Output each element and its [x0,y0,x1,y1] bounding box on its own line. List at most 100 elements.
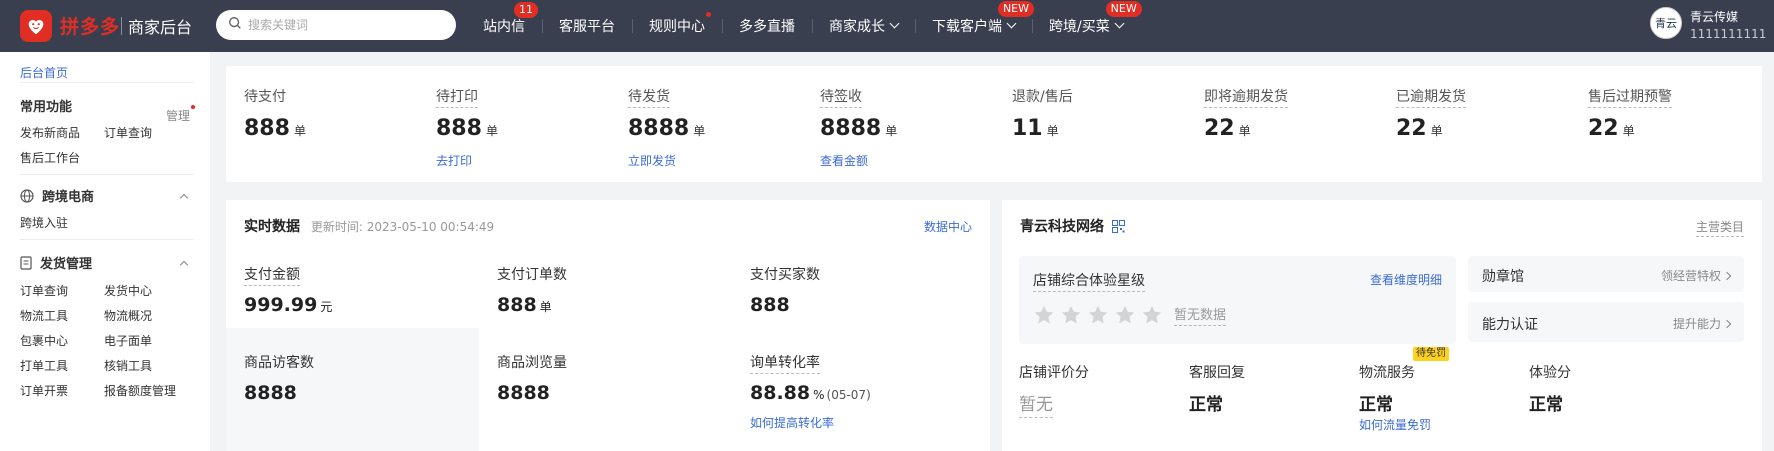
stat-value-refund[interactable]: 11 单 [1012,116,1059,141]
stat-value-pending-ship[interactable]: 8888 单 [628,116,705,141]
stat-value-pending-payment[interactable]: 888 单 [244,116,306,141]
new-badge: NEW [1105,1,1142,17]
score-value-service[interactable]: 正常 [1189,390,1223,415]
section-title-common: 常用功能 [20,100,73,115]
section-title-crossborder[interactable]: 跨境电商 [20,186,94,205]
pinduoduo-logo-icon[interactable] [20,10,52,42]
nav-item-label: 客服平台 [559,19,615,35]
nav-item-crossborder[interactable]: 跨境/买菜 NEW [1032,1,1142,36]
sidebar-item-logistics-tools[interactable]: 物流工具 [20,307,68,324]
sidebar-item-print-tool[interactable]: 打单工具 [20,357,68,374]
sidebar-item-e-waybill[interactable]: 电子面单 [104,332,152,349]
manage-button[interactable]: 管理 [166,107,190,124]
nav-item-messages[interactable]: 站内信 11 [466,2,542,36]
metric-unit: 单 [539,300,552,314]
sidebar-item-logistics-overview[interactable]: 物流概况 [104,307,152,324]
sidebar-item-package-center[interactable]: 包裹中心 [20,332,68,349]
user-name[interactable]: 青云传媒 [1690,8,1738,25]
ability-title: 能力认证 [1482,317,1538,333]
go-print-link[interactable]: 去打印 [436,152,472,169]
metric-value-visitors[interactable]: 8888 [244,382,297,404]
main-category-link[interactable]: 主营类目 [1695,218,1744,237]
data-center-link[interactable]: 数据中心 [924,218,972,235]
metric-value-pay-orders[interactable]: 888 单 [497,294,552,316]
chevron-up-icon[interactable] [179,260,189,270]
stat-value-pending-receipt[interactable]: 8888 单 [820,116,897,141]
sidebar-item-verify-tool[interactable]: 核销工具 [104,357,152,374]
stat-label-text: 已逾期发货 [1396,89,1466,108]
chevron-up-icon[interactable] [179,193,189,203]
chevron-down-icon [1006,18,1017,29]
no-data-text: 暂无数据 [1174,304,1227,326]
stat-value-overdue[interactable]: 22 单 [1396,116,1443,141]
chevron-down-icon [889,18,900,29]
stat-label-pending-ship: 待发货 [628,86,670,108]
score-value-experience[interactable]: 正常 [1529,390,1563,415]
search-box[interactable] [216,10,456,40]
stat-value-pending-print[interactable]: 888 单 [436,116,498,141]
chevron-down-icon [1114,18,1125,29]
star-icon [1115,305,1135,324]
nav-item-merchant-growth[interactable]: 商家成长 [812,16,915,36]
section-label: 跨境电商 [42,190,95,205]
stat-value-near-overdue[interactable]: 22 单 [1204,116,1251,141]
nav-item-label: 商家成长 [829,19,885,35]
sidebar-item-order-query[interactable]: 订单查询 [104,124,152,141]
sidebar-item-order-invoice[interactable]: 订单开票 [20,382,68,399]
metric-number: 8888 [497,382,550,404]
penalty-exempt-link[interactable]: 如何流量免罚 [1359,416,1431,433]
metric-value-pay-amount[interactable]: 999.99 元 [244,294,332,316]
metric-number: 999.99 [244,294,318,316]
star-icon [1142,305,1162,324]
sidebar-item-aftersale-workbench[interactable]: 售后工作台 [20,149,80,166]
avatar[interactable]: 青云 [1650,7,1682,39]
stat-unit: 单 [1238,124,1251,138]
stat-label-refund: 退款/售后 [1012,89,1073,105]
stat-unit: 单 [1622,124,1635,138]
metric-number: 888 [750,294,790,316]
sidebar-item-quota-management[interactable]: 报备额度管理 [104,382,176,399]
medal-title: 勋章馆 [1482,269,1524,285]
nav-item-label: 下载客户端 [932,19,1002,35]
stat-number: 8888 [820,116,882,141]
metric-value-pay-buyers[interactable]: 888 [750,294,790,316]
ability-link-text: 提升能力 [1672,317,1721,331]
stat-label-text: 即将逾期发货 [1204,89,1288,108]
metric-unit: 元 [320,300,333,314]
metric-value-conversion[interactable]: 88.88% (05-07) [750,382,871,404]
stat-label-text: 待发货 [628,89,670,108]
view-dimension-link[interactable]: 查看维度明细 [1370,271,1442,288]
medal-box[interactable]: 勋章馆 领经营特权 [1468,256,1744,292]
score-value-logistics[interactable]: 正常 [1359,390,1393,415]
nav-item-download-client[interactable]: 下载客户端 NEW [915,1,1034,36]
view-amount-link[interactable]: 查看金额 [820,152,868,169]
medal-link-text: 领经营特权 [1660,269,1721,283]
ability-link[interactable]: 提升能力 [1672,315,1732,332]
metric-value-pageviews[interactable]: 8888 [497,382,550,404]
nav-item-live[interactable]: 多多直播 [722,16,812,36]
stat-value-aftersale-warning[interactable]: 22 单 [1588,116,1635,141]
sidebar-item-order-query[interactable]: 订单查询 [20,282,68,299]
medal-link[interactable]: 领经营特权 [1660,267,1732,284]
sidebar-item-publish-product[interactable]: 发布新商品 [20,124,80,141]
search-input[interactable] [248,18,448,32]
stat-number: 22 [1396,116,1427,141]
score-value-review[interactable]: 暂无 [1019,390,1053,418]
sidebar-item-crossborder-join[interactable]: 跨境入驻 [20,214,68,231]
section-title-shipping[interactable]: 发货管理 [20,253,92,272]
stat-unit: 单 [885,124,898,138]
qrcode-icon[interactable] [1112,219,1125,233]
ability-box[interactable]: 能力认证 提升能力 [1468,302,1744,342]
sidebar-item-shipping-center[interactable]: 发货中心 [104,282,152,299]
stat-unit: 单 [1046,124,1059,138]
improve-conversion-link[interactable]: 如何提高转化率 [750,414,834,431]
metric-label-text: 询单转化率 [750,355,820,374]
nav-item-rules-center[interactable]: 规则中心 [632,12,722,36]
document-icon [20,255,32,270]
stat-label-overdue: 已逾期发货 [1396,86,1466,108]
top-nav: 拼多多 商家后台 站内信 11 客服平台 规则中心 多多直播 商家成长 下载客户… [0,0,1774,52]
nav-item-customer-service[interactable]: 客服平台 [542,16,632,36]
ship-now-link[interactable]: 立即发货 [628,152,676,169]
sidebar-item-home[interactable]: 后台首页 [20,64,68,81]
metric-label-text: 支付金额 [244,267,300,286]
